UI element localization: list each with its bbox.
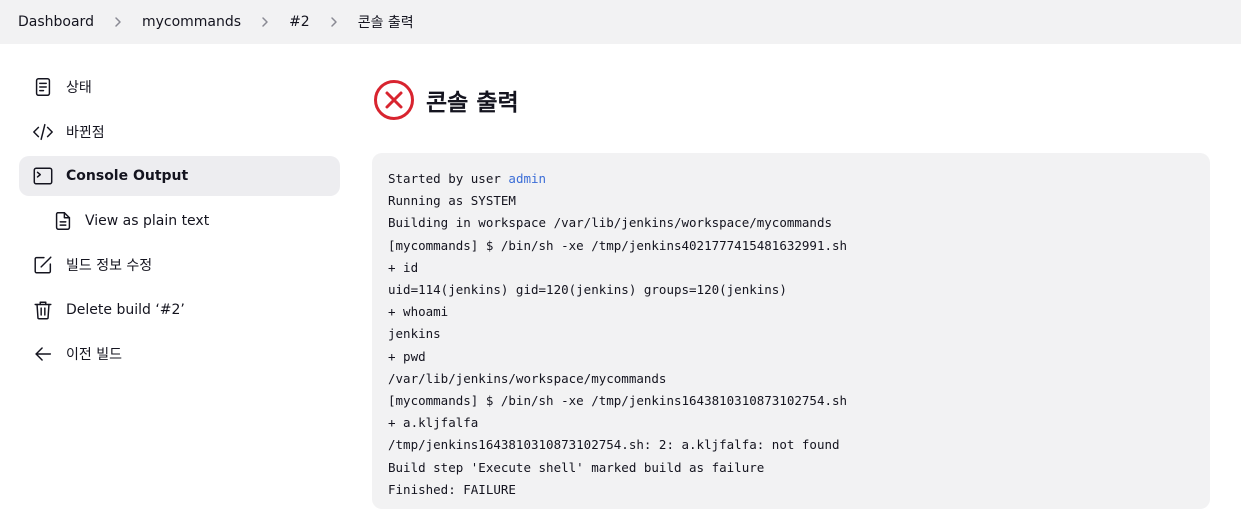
console-line: Running as SYSTEM (388, 193, 516, 209)
sidebar-item-label: Delete build ‘#2’ (66, 301, 185, 318)
sidebar-item-changes[interactable]: 바뀐점 (19, 112, 340, 152)
chevron-right-icon (328, 16, 340, 28)
sidebar-item-delete-build[interactable]: Delete build ‘#2’ (19, 290, 340, 330)
console-started-text: Started by user (388, 171, 509, 186)
sidebar-item-label: Console Output (66, 168, 189, 184)
terminal-icon (32, 165, 54, 187)
console-line: [mycommands] $ /bin/sh -xe /tmp/jenkins1… (388, 393, 848, 409)
console-line: /var/lib/jenkins/workspace/mycommands (388, 370, 667, 386)
console-line: Finished: FAILURE (388, 481, 516, 497)
edit-icon (32, 254, 54, 276)
console-line: /tmp/jenkins1643810310873102754.sh: 2: a… (388, 437, 840, 453)
chevron-right-icon (259, 16, 271, 28)
console-line: Building in workspace /var/lib/jenkins/w… (388, 215, 833, 231)
console-line: + a.kljfalfa (388, 415, 479, 431)
sidebar-item-label: 이전 빌드 (66, 347, 122, 363)
trash-icon (32, 299, 54, 321)
sidebar-item-label: 빌드 정보 수정 (66, 258, 153, 274)
sidebar: 상태 바뀐점 Console Output View as plain text… (19, 67, 340, 379)
breadcrumb-current[interactable]: 콘솔 출력 (358, 12, 414, 32)
code-icon (32, 121, 54, 143)
page-title-text: 콘솔 출력 (426, 90, 519, 116)
chevron-right-icon (112, 16, 124, 28)
sidebar-item-console-output[interactable]: Console Output (19, 156, 340, 196)
breadcrumb-build[interactable]: #2 (289, 14, 310, 30)
console-output-panel: Started by user admin Running as SYSTEM Bu… (372, 153, 1210, 509)
breadcrumb-dashboard[interactable]: Dashboard (18, 14, 94, 30)
sidebar-item-edit-build-info[interactable]: 빌드 정보 수정 (19, 245, 340, 285)
breadcrumb: Dashboard mycommands #2 콘솔 출력 (0, 0, 1241, 44)
breadcrumb-job[interactable]: mycommands (142, 14, 241, 30)
console-line-started: Started by user admin (388, 168, 1194, 190)
failure-status-icon (374, 80, 414, 120)
sidebar-item-label: 바뀐점 (66, 124, 105, 141)
console-line: [mycommands] $ /bin/sh -xe /tmp/jenkins4… (388, 237, 848, 253)
arrow-left-icon (32, 343, 54, 365)
console-line: uid=114(jenkins) gid=120(jenkins) groups… (388, 282, 787, 298)
console-log: Started by user admin Running as SYSTEM Bu… (388, 168, 1194, 501)
user-link[interactable]: admin (508, 171, 546, 186)
sidebar-item-label: 상태 (66, 80, 92, 96)
file-icon (52, 210, 74, 232)
sidebar-item-label: View as plain text (85, 212, 210, 229)
console-line: Build step 'Execute shell' marked build … (388, 459, 765, 475)
console-line: jenkins (388, 326, 441, 342)
sidebar-item-status[interactable]: 상태 (19, 67, 340, 107)
sidebar-item-previous-build[interactable]: 이전 빌드 (19, 334, 340, 374)
sidebar-item-view-plain-text[interactable]: View as plain text (19, 201, 340, 241)
console-line: + id (388, 259, 419, 275)
document-icon (32, 76, 54, 98)
page-title: 콘솔 출력 (373, 79, 519, 121)
console-line: + whoami (388, 304, 449, 320)
console-line: + pwd (388, 348, 426, 364)
